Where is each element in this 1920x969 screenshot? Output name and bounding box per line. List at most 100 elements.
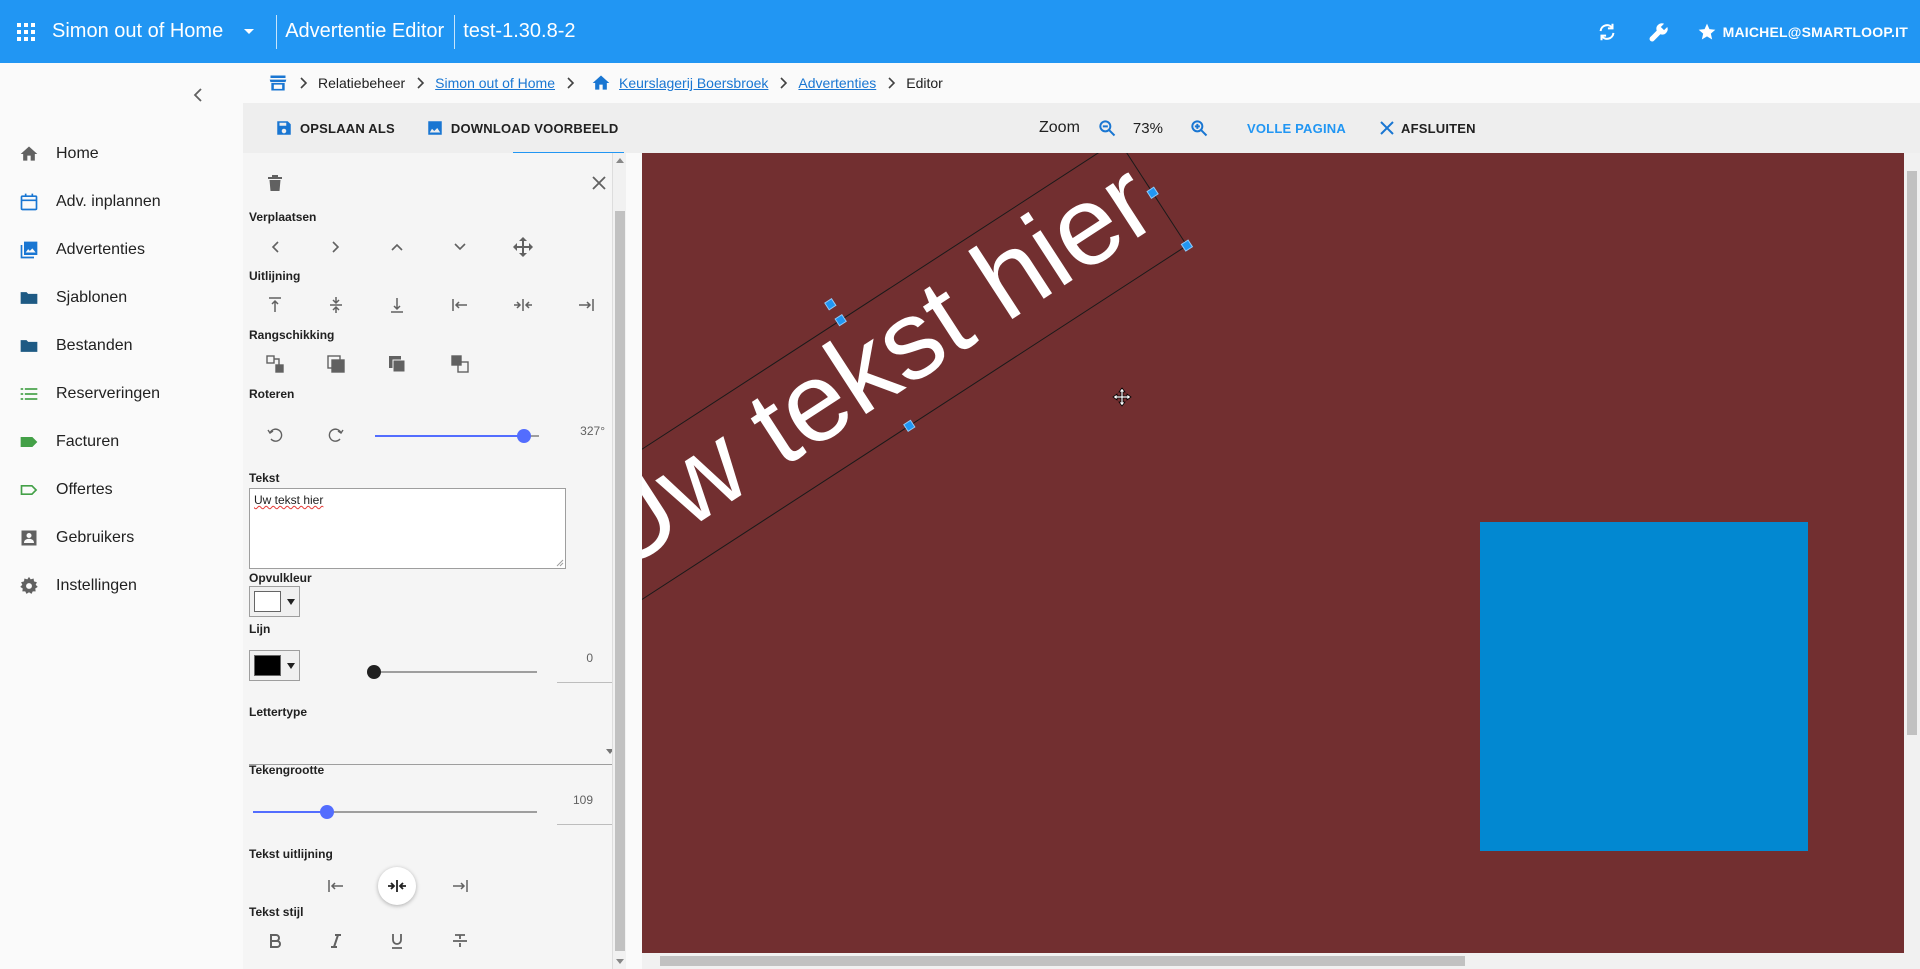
zoom-control: Zoom 73% <box>1039 103 1212 153</box>
panel-scrollbar-thumb[interactable] <box>615 211 625 951</box>
breadcrumb-customer[interactable]: Keurslagerij Boersbroek <box>619 75 768 91</box>
send-to-back-icon[interactable] <box>382 349 412 379</box>
ad-canvas[interactable]: Uw tekst hier <box>642 153 1904 953</box>
line-color-picker[interactable] <box>249 650 300 681</box>
bold-icon[interactable] <box>260 926 290 956</box>
align-middle-icon[interactable] <box>321 290 351 320</box>
align-right-icon[interactable] <box>571 290 601 320</box>
organization-selector[interactable]: Simon out of Home <box>52 20 261 44</box>
breadcrumb-organization[interactable]: Simon out of Home <box>435 75 555 91</box>
sidebar-item-label: Advertenties <box>56 241 145 258</box>
canvas-vertical-scrollbar[interactable] <box>1904 153 1920 953</box>
font-size-label: Tekengrootte <box>249 763 325 777</box>
resize-handle[interactable] <box>1180 239 1194 252</box>
rotate-label: Roteren <box>249 387 295 401</box>
scroll-down-arrow-icon[interactable] <box>616 959 624 964</box>
rotate-slider-thumb[interactable] <box>516 429 531 443</box>
send-backward-icon[interactable] <box>445 349 475 379</box>
breadcrumb-relatiebeheer[interactable]: Relatiebeheer <box>318 75 405 91</box>
align-left-icon[interactable] <box>445 290 475 320</box>
text-align-label: Tekst uitlijning <box>249 847 333 861</box>
close-panel-icon[interactable] <box>584 168 614 198</box>
sidebar-item-label: Gebruikers <box>56 529 135 546</box>
close-editor-button[interactable]: AFSLUITEN <box>1377 103 1476 153</box>
bring-forward-icon[interactable] <box>260 349 290 379</box>
sidebar-item-facturen[interactable]: Facturen <box>0 418 243 466</box>
sidebar-item-home[interactable]: Home <box>0 130 243 178</box>
chevron-right-icon <box>561 73 581 93</box>
text-align-right-icon[interactable] <box>445 871 475 901</box>
line-width-value: 0 <box>586 651 593 665</box>
refresh-icon[interactable] <box>1581 0 1633 63</box>
text-object[interactable]: Uw tekst hier <box>642 153 1194 612</box>
rotate-left-icon[interactable] <box>260 420 290 450</box>
move-right-icon[interactable] <box>321 232 351 262</box>
wrench-icon[interactable] <box>1633 0 1685 63</box>
gear-icon <box>18 575 40 597</box>
store-icon[interactable] <box>268 73 288 93</box>
move-cursor-icon <box>1112 387 1132 407</box>
panel-scrollbar[interactable] <box>612 153 626 969</box>
move-left-icon[interactable] <box>260 232 290 262</box>
sidebar-item-advertenties[interactable]: Advertenties <box>0 226 243 274</box>
app-version: test-1.30.8-2 <box>463 20 576 42</box>
sidebar-item-bestanden[interactable]: Bestanden <box>0 322 243 370</box>
canvas-horizontal-scrollbar-thumb[interactable] <box>660 956 1465 966</box>
move-up-icon[interactable] <box>382 232 412 262</box>
text-align-left-icon[interactable] <box>321 871 351 901</box>
resize-handle[interactable] <box>903 419 916 433</box>
rotate-slider-fill <box>375 435 524 437</box>
text-input[interactable]: Uw tekst hier <box>249 488 566 569</box>
folder-icon <box>18 287 40 309</box>
chevron-left-icon[interactable] <box>186 83 210 107</box>
text-label: Tekst <box>249 471 280 485</box>
fill-color-picker[interactable] <box>249 586 300 617</box>
sidebar-item-adv-inplannen[interactable]: Adv. inplannen <box>0 178 243 226</box>
sidebar-item-reserveringen[interactable]: Reserveringen <box>0 370 243 418</box>
scroll-up-arrow-icon[interactable] <box>616 158 624 163</box>
zoom-out-icon[interactable] <box>1094 115 1120 141</box>
download-preview-button[interactable]: DOWNLOAD VOORBEELD <box>417 103 627 153</box>
font-select[interactable] <box>249 735 620 765</box>
italic-icon[interactable] <box>321 926 351 956</box>
align-bottom-icon[interactable] <box>382 290 412 320</box>
sidebar-item-sjablonen[interactable]: Sjablonen <box>0 274 243 322</box>
sidebar-item-label: Bestanden <box>56 337 133 354</box>
apps-icon[interactable] <box>0 0 52 63</box>
save-as-button[interactable]: OPSLAAN ALS <box>266 103 403 153</box>
underline-icon[interactable] <box>382 926 412 956</box>
align-top-icon[interactable] <box>260 290 290 320</box>
sidebar-item-instellingen[interactable]: Instellingen <box>0 562 243 610</box>
delete-icon[interactable] <box>260 168 290 198</box>
bring-to-front-icon[interactable] <box>321 349 351 379</box>
editor-toolbar: OPSLAAN ALS DOWNLOAD VOORBEELD Zoom 73% … <box>243 103 1920 153</box>
full-page-button[interactable]: VOLLE PAGINA <box>1247 103 1346 153</box>
label-icon <box>18 431 40 453</box>
sidebar-item-gebruikers[interactable]: Gebruikers <box>0 514 243 562</box>
strikethrough-icon[interactable] <box>445 926 475 956</box>
sidebar-item-label: Offertes <box>56 481 113 498</box>
font-size-underline <box>557 824 612 825</box>
move-arrows-icon[interactable] <box>508 232 538 262</box>
rotate-right-icon[interactable] <box>321 420 351 450</box>
rotate-handle[interactable] <box>824 298 837 311</box>
move-down-icon[interactable] <box>445 232 475 262</box>
breadcrumb-advertenties[interactable]: Advertenties <box>798 75 876 91</box>
resize-handle-icon[interactable] <box>556 559 564 567</box>
text-align-center-icon[interactable] <box>382 871 412 901</box>
sidebar-item-offertes[interactable]: Offertes <box>0 466 243 514</box>
chevron-down-icon <box>237 20 261 44</box>
move-label: Verplaatsen <box>249 210 317 224</box>
line-slider-thumb[interactable] <box>367 665 381 679</box>
zoom-in-icon[interactable] <box>1186 115 1212 141</box>
blue-rectangle[interactable] <box>1480 522 1808 851</box>
resize-handle[interactable] <box>1146 186 1159 199</box>
align-center-icon[interactable] <box>508 290 538 320</box>
line-slider-track <box>374 671 537 673</box>
canvas-vertical-scrollbar-thumb[interactable] <box>1907 171 1917 735</box>
canvas-horizontal-scrollbar[interactable] <box>642 953 1904 969</box>
font-label: Lettertype <box>249 705 308 719</box>
font-size-slider-thumb[interactable] <box>319 805 334 819</box>
user-menu[interactable]: MAICHEL@SMARTLOOP.IT <box>1685 22 1920 42</box>
canvas-drawing: Uw tekst hier <box>642 153 1808 851</box>
